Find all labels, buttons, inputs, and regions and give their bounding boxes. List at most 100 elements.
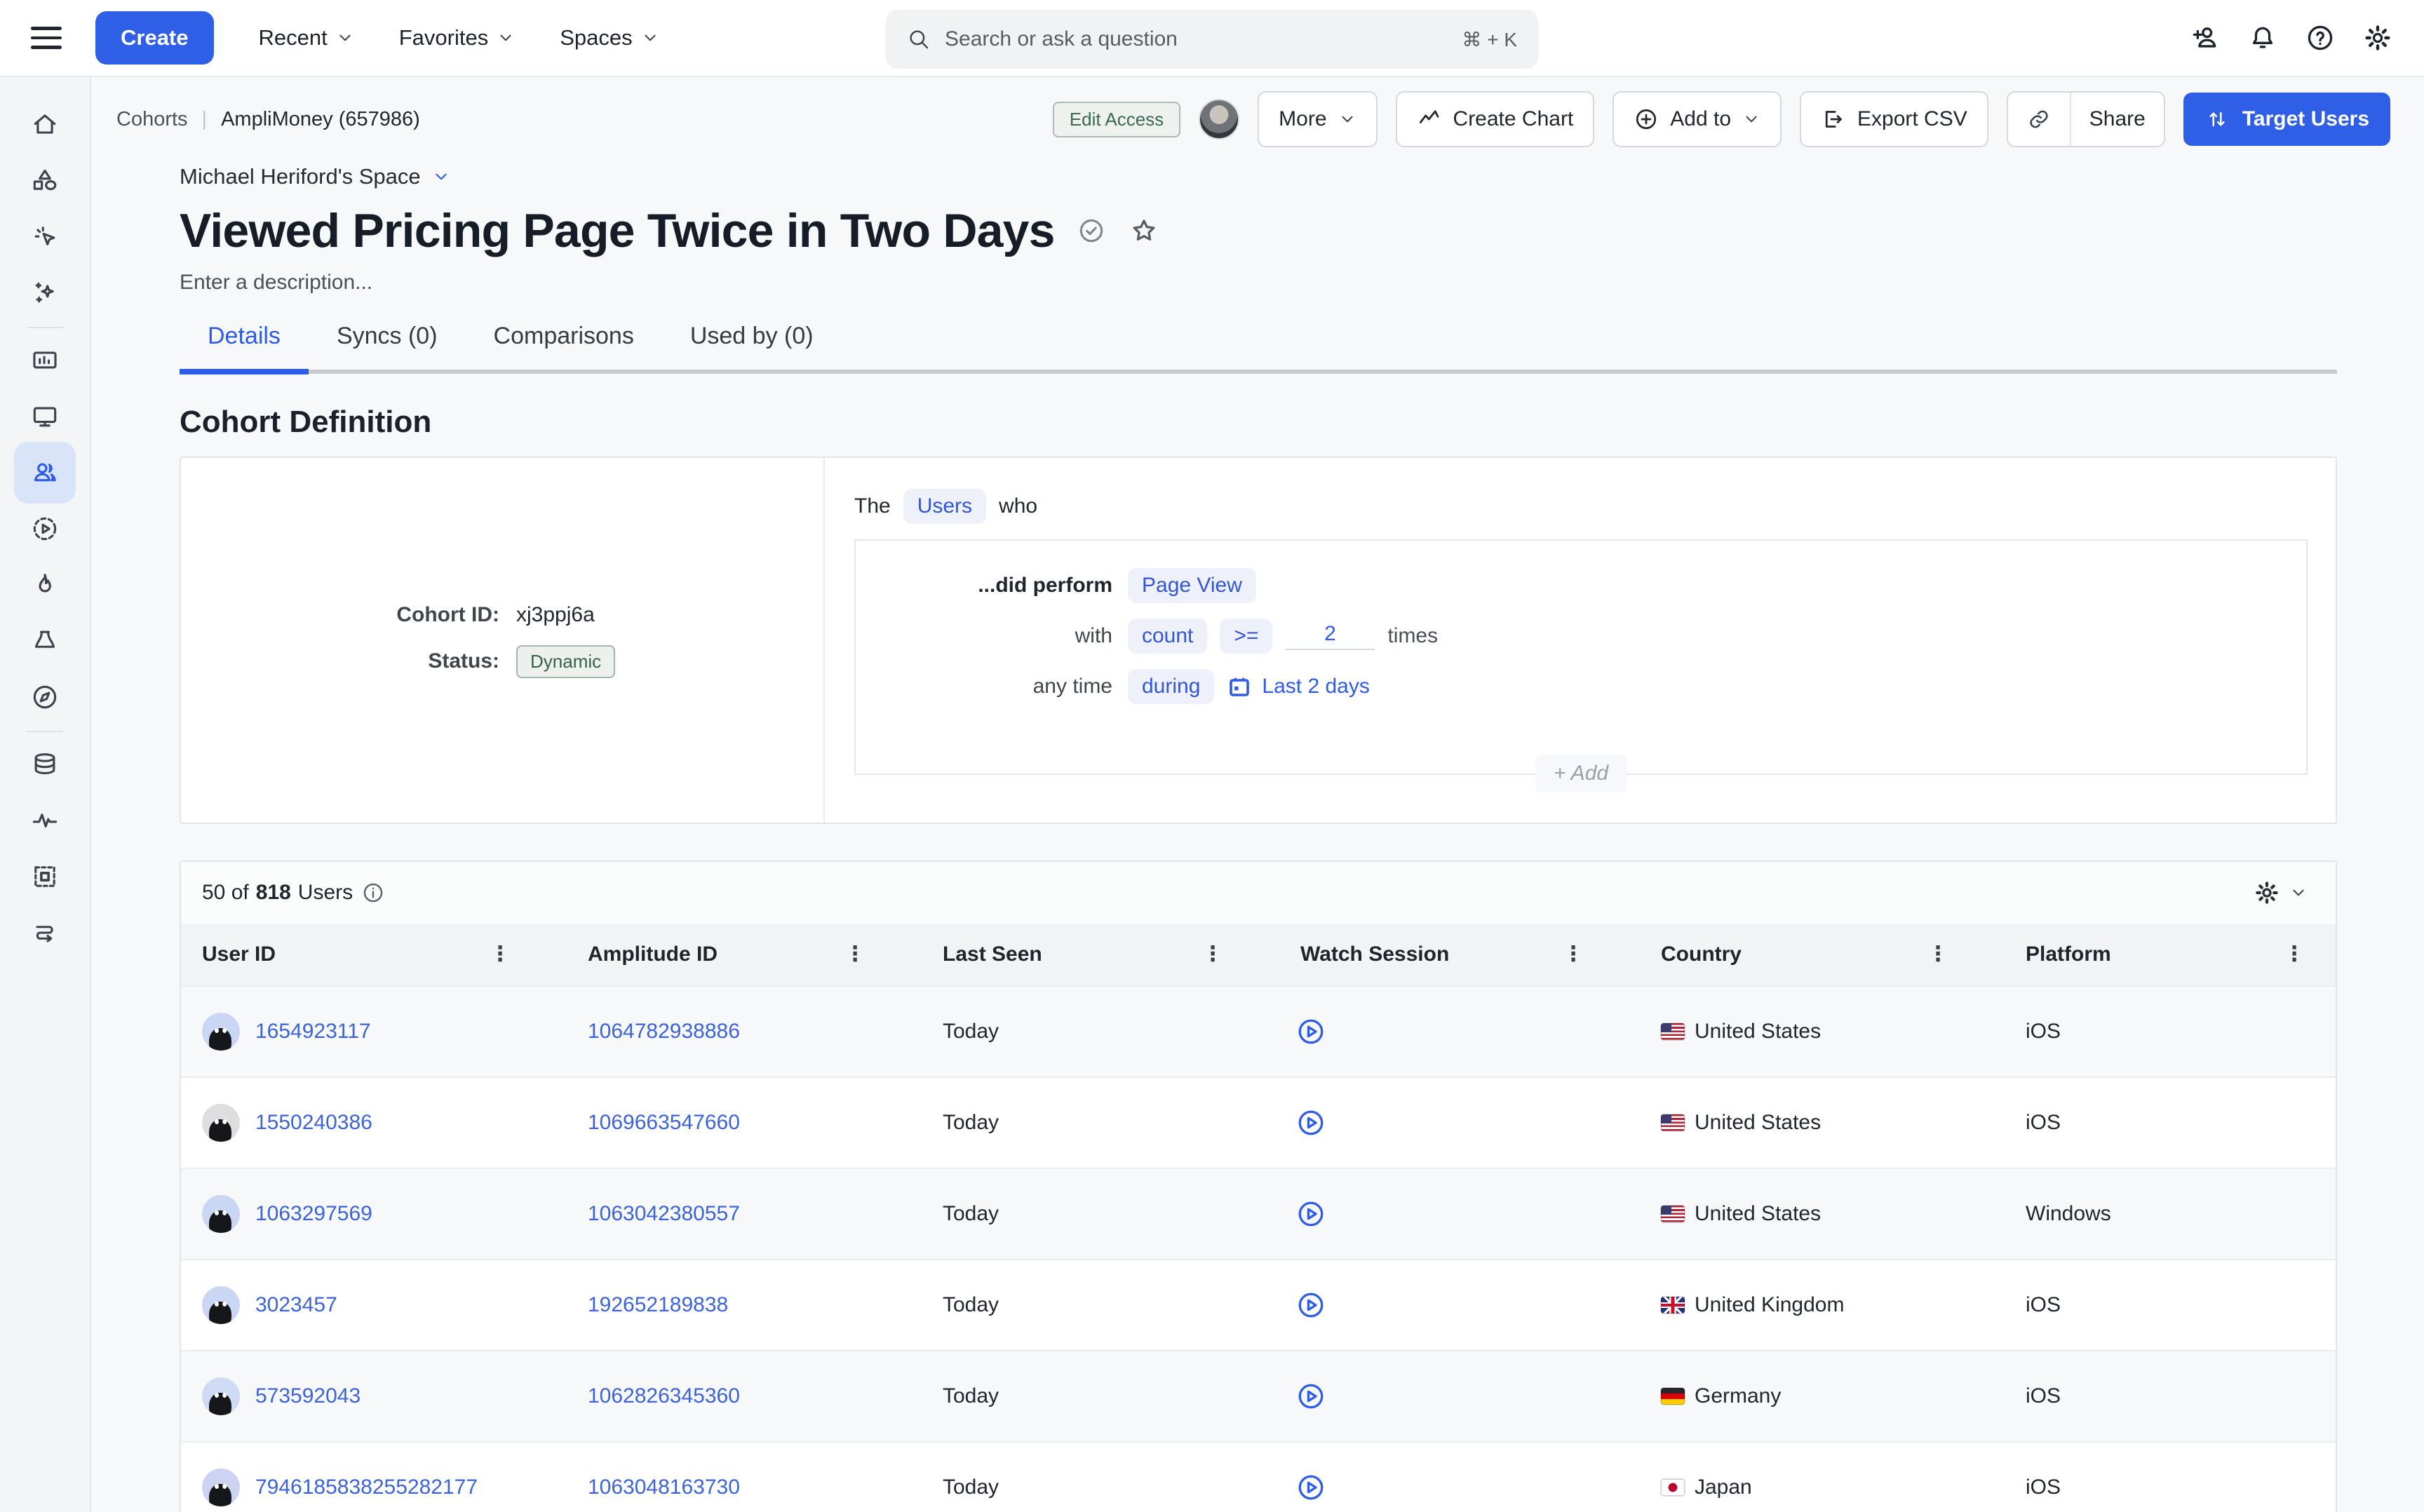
sidebar-item-experiments[interactable] [14,557,76,613]
sidebar-item-activity[interactable] [14,792,76,849]
gear-icon[interactable] [2362,22,2393,53]
create-button[interactable]: Create [95,11,214,65]
sidebar-item-events[interactable] [14,209,76,265]
breadcrumb-project: AmpliMoney (657986) [221,108,420,131]
more-button[interactable]: More [1258,91,1377,147]
play-session-icon[interactable] [1296,1290,1326,1320]
play-session-icon[interactable] [1296,1108,1326,1138]
column-menu-icon[interactable]: ⋮ [1202,944,1223,965]
event-dropdown[interactable]: Page View [1128,568,1256,603]
sidebar-item-funnels[interactable] [14,613,76,669]
column-menu-icon[interactable]: ⋮ [1927,944,1948,965]
sidebar-item-ai[interactable] [14,265,76,321]
amplitude-id-link[interactable]: 1069663547660 [588,1111,740,1135]
platform-cell: iOS [2005,1078,2336,1168]
amplitude-id-link[interactable]: 1064782938886 [588,1020,740,1044]
target-users-button[interactable]: Target Users [2183,93,2390,146]
breadcrumb-cohorts[interactable]: Cohorts [116,108,188,131]
create-chart-button[interactable]: Create Chart [1396,91,1595,147]
country-cell: United Kingdom [1640,1260,2005,1350]
user-id-link[interactable]: 3023457 [255,1293,337,1317]
times-input[interactable]: 2 [1285,622,1375,650]
date-range-picker[interactable]: Last 2 days [1227,674,1369,699]
info-icon[interactable] [361,881,385,905]
amplitude-id-link[interactable]: 1062826345360 [588,1384,740,1408]
sidebar-item-journeys[interactable] [14,905,76,961]
column-menu-icon[interactable]: ⋮ [844,944,866,965]
amplitude-id-link[interactable]: 1063048163730 [588,1476,740,1499]
copy-link-button[interactable] [2008,93,2070,146]
hamburger-menu-icon[interactable] [31,27,62,49]
tab-details[interactable]: Details [180,323,309,370]
compass-icon [29,682,60,713]
share-button[interactable]: Share [2070,93,2164,146]
subject-dropdown[interactable]: Users [903,489,986,524]
search-icon [907,27,931,51]
play-session-icon[interactable] [1296,1017,1326,1046]
count-dropdown[interactable]: count [1128,619,1207,654]
search-input[interactable]: Search or ask a question ⌘ + K [886,10,1538,69]
user-id-link[interactable]: 1550240386 [255,1111,372,1135]
tab-comparisons[interactable]: Comparisons [466,323,662,370]
with-label: with [856,624,1112,648]
sidebar-item-assets[interactable] [14,153,76,209]
home-icon [29,109,60,140]
menu-favorites[interactable]: Favorites [399,25,515,50]
amplitude-id-link[interactable]: 192652189838 [588,1293,728,1317]
verified-badge-icon[interactable] [1076,215,1107,246]
sidebar-item-home[interactable] [14,97,76,153]
add-rule-button[interactable]: + Add [1535,755,1627,792]
platform-cell: Windows [2005,1169,2336,1259]
help-icon[interactable] [2305,22,2336,53]
table-settings[interactable] [2253,879,2308,907]
circle-plus-icon [1634,107,1659,132]
user-id-link[interactable]: 7946185838255282177 [255,1476,478,1499]
sidebar-item-charts[interactable] [14,332,76,389]
sidebar-item-dashboards[interactable] [14,389,76,445]
tab-used-by[interactable]: Used by (0) [662,323,842,370]
export-csv-button[interactable]: Export CSV [1800,91,1988,147]
sidebar-item-session-replay[interactable] [14,501,76,557]
sidebar-item-cohorts[interactable] [14,442,76,504]
user-id-link[interactable]: 1063297569 [255,1202,372,1226]
play-session-icon[interactable] [1296,1473,1326,1502]
description-placeholder[interactable]: Enter a description... [180,271,2424,295]
sidebar-item-templates[interactable] [14,849,76,905]
column-menu-icon[interactable]: ⋮ [2284,944,2305,965]
column-menu-icon[interactable]: ⋮ [1563,944,1584,965]
sparkles-icon [29,278,60,309]
play-session-icon[interactable] [1296,1199,1326,1229]
monster-avatar [202,1013,240,1051]
user-id-link[interactable]: 573592043 [255,1384,361,1408]
watch-session-cell [1279,1443,1640,1512]
bell-icon[interactable] [2247,22,2278,53]
breadcrumb: Cohorts | AmpliMoney (657986) [116,108,420,131]
column-header: Watch Session ⋮ [1279,924,1640,985]
column-menu-icon[interactable]: ⋮ [490,944,511,965]
space-selector[interactable]: Michael Heriford's Space [180,164,2424,189]
user-id-cell: 1654923117 [181,987,567,1076]
column-header: User ID ⋮ [181,924,567,985]
menu-spaces[interactable]: Spaces [560,25,659,50]
avatar[interactable] [1199,99,1239,140]
play-session-icon[interactable] [1296,1382,1326,1411]
star-icon[interactable] [1128,215,1160,247]
search-shortcut: ⌘ + K [1462,28,1517,51]
column-header-label: User ID [202,943,276,966]
sidebar-item-data[interactable] [14,736,76,792]
menu-recent[interactable]: Recent [259,25,354,50]
add-to-button[interactable]: Add to [1612,91,1782,147]
during-dropdown[interactable]: during [1128,669,1214,704]
user-id-link[interactable]: 1654923117 [255,1020,371,1044]
chevron-down-icon [336,29,354,47]
page-title[interactable]: Viewed Pricing Page Twice in Two Days [180,203,1055,258]
column-header-label: Last Seen [943,943,1042,966]
nav-right-icons [2190,22,2393,53]
add-user-icon[interactable] [2190,22,2221,53]
edit-access-chip[interactable]: Edit Access [1053,102,1180,137]
amplitude-id-link[interactable]: 1063042380557 [588,1202,740,1226]
sidebar-item-discover[interactable] [14,669,76,725]
funnel-icon [29,626,60,656]
tab-syncs[interactable]: Syncs (0) [309,323,466,370]
operator-dropdown[interactable]: >= [1220,619,1272,654]
